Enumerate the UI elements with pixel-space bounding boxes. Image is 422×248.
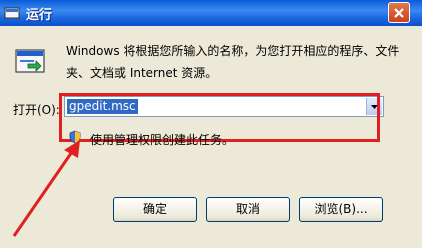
- shield-icon: [69, 130, 81, 144]
- run-program-icon: [15, 49, 45, 73]
- admin-note: 使用管理权限创建此任务。: [90, 133, 235, 147]
- title-bar[interactable]: 运行: [0, 0, 422, 26]
- window-title: 运行: [26, 8, 53, 23]
- run-dialog: 运行 Windows 将根据您所输入的名称，为您打开相应的程序、文件夹、文档或 …: [0, 0, 422, 248]
- ok-button[interactable]: 确定: [113, 197, 197, 222]
- run-icon: [4, 5, 20, 21]
- close-button[interactable]: [388, 2, 410, 23]
- dialog-description: Windows 将根据您所输入的名称，为您打开相应的程序、文件夹、文档或 Int…: [66, 44, 400, 80]
- cancel-button[interactable]: 取消: [206, 197, 290, 222]
- close-icon: [394, 8, 404, 18]
- open-label: 打开(O):: [13, 103, 60, 117]
- browse-button[interactable]: 浏览(B)...: [299, 197, 383, 222]
